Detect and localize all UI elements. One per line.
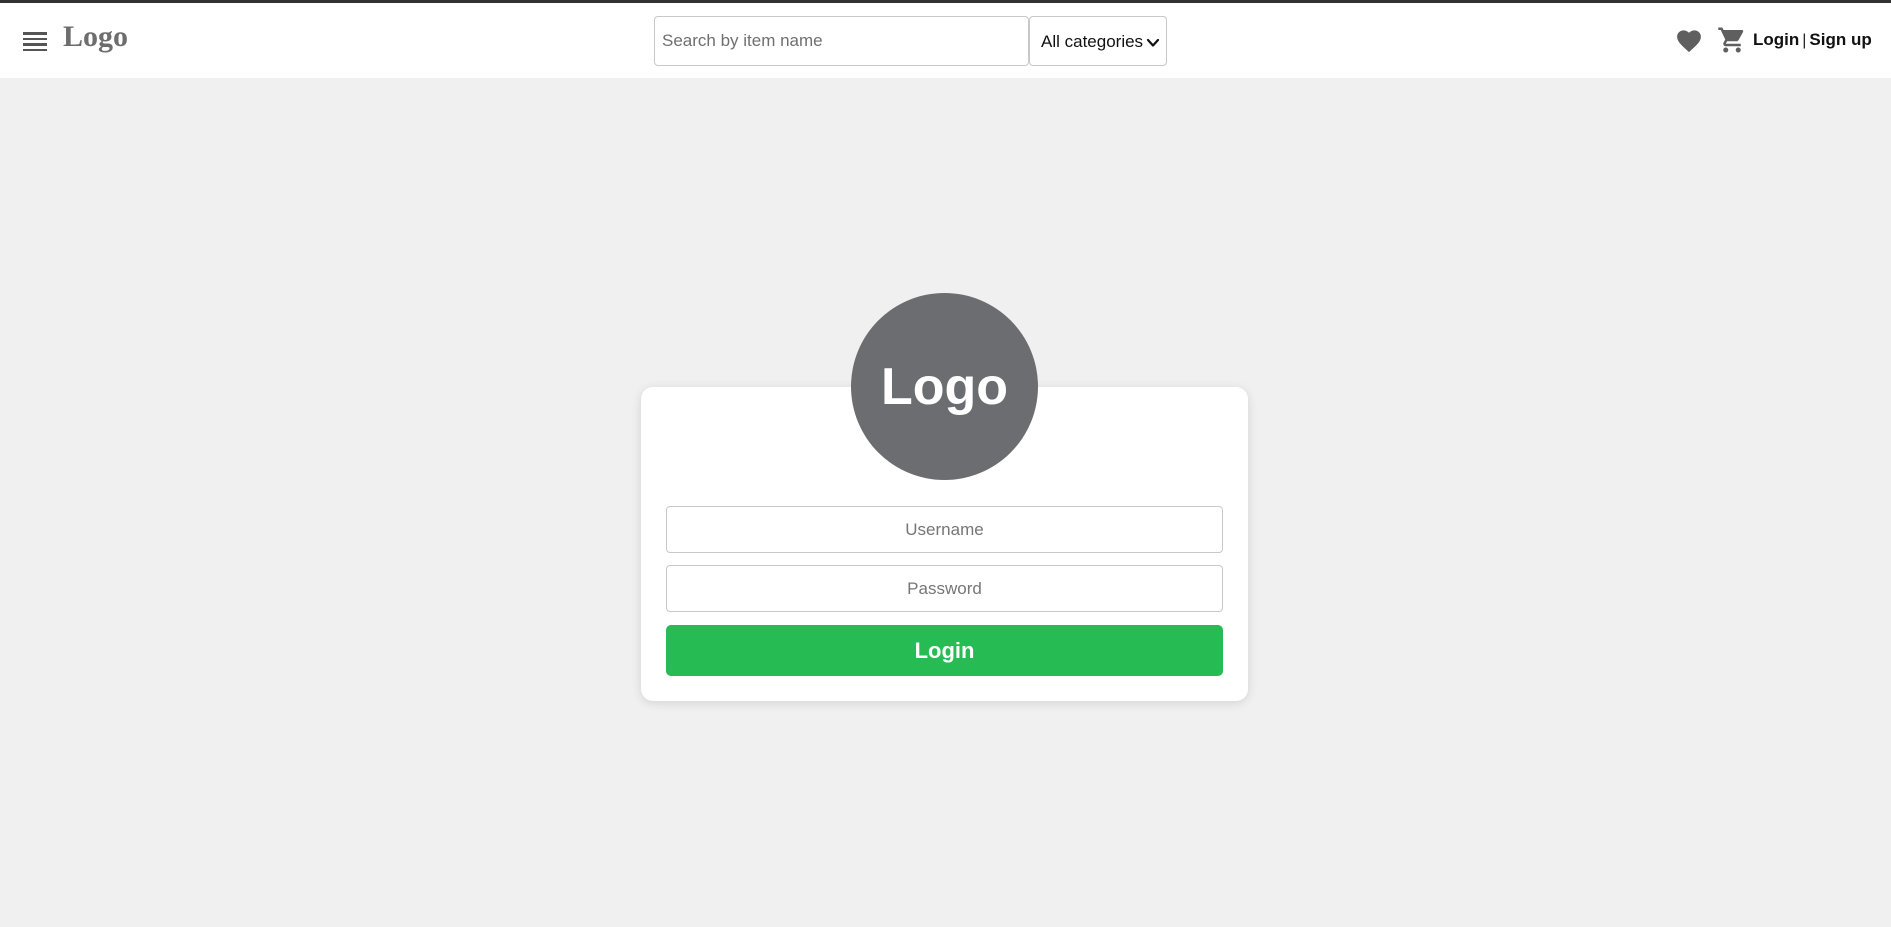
search-input[interactable] bbox=[654, 16, 1029, 66]
auth-links: Login | Sign up bbox=[1753, 31, 1872, 49]
category-select[interactable]: All categories bbox=[1029, 16, 1167, 66]
shopping-cart-icon[interactable] bbox=[1717, 25, 1747, 55]
navbar: Logo All categories Login|Sign up bbox=[0, 3, 1891, 78]
login-button[interactable]: Login bbox=[666, 625, 1223, 676]
header-logo[interactable]: Logo bbox=[63, 22, 128, 52]
auth-separator: | bbox=[1802, 32, 1807, 49]
username-field[interactable] bbox=[666, 506, 1223, 553]
category-select-value: All categories bbox=[1041, 32, 1144, 51]
login-logo-badge: Logo bbox=[851, 293, 1038, 480]
heart-icon[interactable] bbox=[1675, 27, 1703, 53]
login-link[interactable]: Login bbox=[1753, 30, 1799, 49]
chevron-down-icon bbox=[1146, 38, 1160, 47]
signup-link[interactable]: Sign up bbox=[1809, 30, 1871, 49]
password-field[interactable] bbox=[666, 565, 1223, 612]
hamburger-menu-icon[interactable] bbox=[23, 32, 47, 52]
